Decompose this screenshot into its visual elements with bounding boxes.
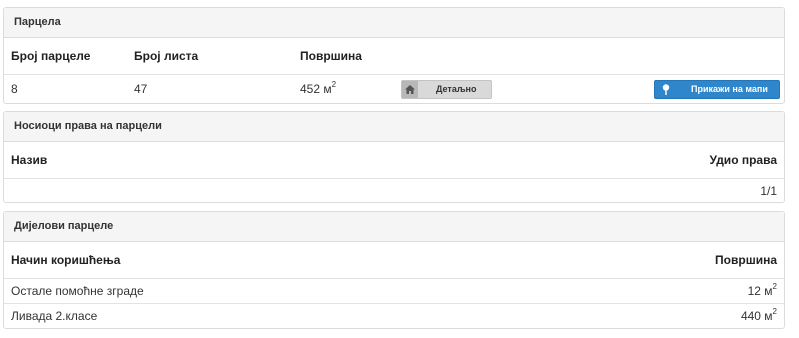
table-row: 1/1 [4, 179, 784, 202]
map-pin-icon [662, 84, 670, 95]
parcel-number-value: 8 [11, 82, 18, 96]
sheet-number-value: 47 [134, 82, 148, 96]
part-area-value: 12 м2 [747, 282, 777, 299]
column-sheet-number: Број листа [134, 49, 199, 63]
part-area-value: 440 м2 [740, 307, 777, 324]
parcel-panel: Парцела Број парцеле Број листа Површина… [3, 7, 785, 104]
holders-panel: Носиоци права на парцели Назив Удио прав… [3, 111, 785, 203]
show-on-map-button-label: Прикажи на мапи [691, 84, 768, 94]
parts-header-row: Начин коришћења Површина [4, 242, 784, 279]
parcel-panel-heading: Парцела [4, 8, 784, 38]
column-usage: Начин коришћења [11, 253, 121, 267]
column-name: Назив [11, 153, 48, 167]
detail-button-label: Детаљно [436, 84, 477, 94]
column-parcel-number: Број парцеле [11, 49, 91, 63]
column-area: Површина [300, 49, 362, 63]
parts-panel-heading: Дијелови парцеле [4, 212, 784, 242]
holders-header-row: Назив Удио права [4, 142, 784, 179]
holders-panel-heading: Носиоци права на парцели [4, 112, 784, 142]
show-on-map-button[interactable]: Прикажи на мапи [654, 80, 780, 99]
home-icon [402, 81, 418, 98]
part-usage-value: Остале помоћне зграде [11, 284, 144, 298]
table-row: Остале помоћне зграде 12 м2 [4, 279, 784, 304]
column-parts-area: Површина [715, 253, 777, 267]
part-usage-value: Ливада 2.класе [11, 309, 98, 323]
parts-panel: Дијелови парцеле Начин коришћења Површин… [3, 211, 785, 329]
detail-button[interactable]: Детаљно [401, 80, 492, 99]
holder-share-value: 1/1 [760, 184, 777, 198]
area-value: 452 м2 [300, 80, 337, 97]
column-share: Удио права [709, 153, 777, 167]
parcel-header-row: Број парцеле Број листа Површина [4, 38, 784, 75]
table-row: Ливада 2.класе 440 м2 [4, 304, 784, 328]
table-row: 8 47 452 м2 Детаљно Прикажи на мапи [4, 75, 784, 103]
